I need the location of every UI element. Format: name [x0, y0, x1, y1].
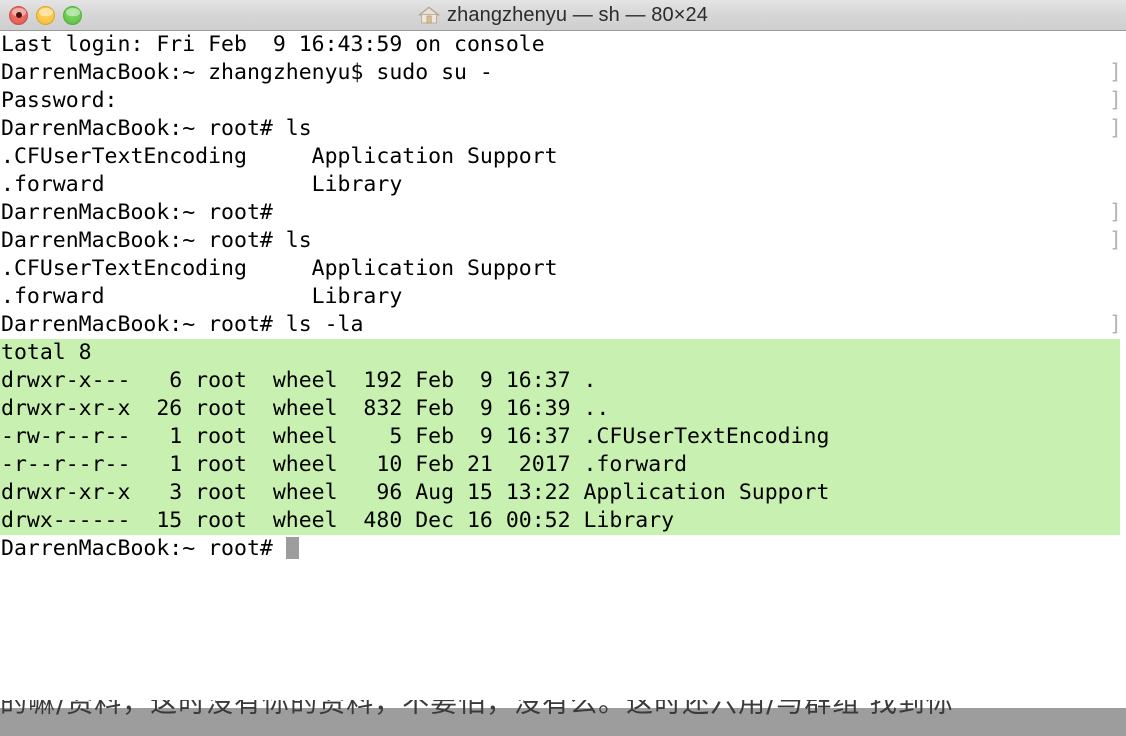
terminal-line-text: Last login: Fri Feb 9 16:43:59 on consol…: [1, 32, 545, 57]
line-wrap-marker: ]: [1109, 199, 1121, 227]
line-wrap-marker: ]: [1109, 87, 1121, 115]
zoom-button[interactable]: [63, 6, 82, 25]
terminal-line-text: DarrenMacBook:~ root#: [1, 536, 286, 561]
terminal-line-text: -rw-r--r-- 1 root wheel 5 Feb 9 16:37 .C…: [1, 424, 829, 449]
terminal-line-text: Password:: [1, 88, 118, 113]
line-wrap-marker: ]: [1109, 311, 1121, 339]
terminal-line-text: .forward Library: [1, 284, 402, 309]
terminal-line: -rw-r--r-- 1 root wheel 5 Feb 9 16:37 .C…: [0, 423, 1126, 451]
terminal-line-text: .CFUserTextEncoding Application Support: [1, 144, 558, 169]
window-titlebar[interactable]: zhangzhenyu — sh — 80×24: [0, 0, 1126, 31]
minimize-button[interactable]: [36, 6, 55, 25]
terminal-line: -r--r--r-- 1 root wheel 10 Feb 21 2017 .…: [0, 451, 1126, 479]
terminal-line: .forward Library: [0, 171, 1126, 199]
background-window-text: 的嘛/资料，这时没有你的资料，不要怕，没有么。这时还六用/与群组 找到你: [0, 700, 1126, 721]
close-button[interactable]: [9, 6, 28, 25]
terminal-line-text: total 8: [1, 340, 92, 365]
line-wrap-marker: ]: [1109, 115, 1121, 143]
terminal-line-text: drwxr-x--- 6 root wheel 192 Feb 9 16:37 …: [1, 368, 596, 393]
background-window-strip: 的嘛/资料，这时没有你的资料，不要怕，没有么。这时还六用/与群组 找到你: [0, 700, 1126, 736]
terminal-line: Password:]: [0, 87, 1126, 115]
close-icon: [16, 12, 22, 18]
terminal-line-text: .forward Library: [1, 172, 402, 197]
terminal-line-text: DarrenMacBook:~ zhangzhenyu$ sudo su -: [1, 60, 493, 85]
terminal-cursor: [286, 537, 299, 559]
line-wrap-marker: ]: [1109, 59, 1121, 87]
terminal-line: DarrenMacBook:~ root#: [0, 535, 1126, 563]
terminal-line: DarrenMacBook:~ root# ls]: [0, 227, 1126, 255]
terminal-line: drwxr-x--- 6 root wheel 192 Feb 9 16:37 …: [0, 367, 1126, 395]
terminal-line-text: -r--r--r-- 1 root wheel 10 Feb 21 2017 .…: [1, 452, 687, 477]
terminal-line: DarrenMacBook:~ zhangzhenyu$ sudo su -]: [0, 59, 1126, 87]
terminal-line-text: drwxr-xr-x 3 root wheel 96 Aug 15 13:22 …: [1, 480, 829, 505]
terminal-lines: Last login: Fri Feb 9 16:43:59 on consol…: [0, 31, 1126, 563]
window-title-group: zhangzhenyu — sh — 80×24: [0, 0, 1126, 30]
terminal-line: DarrenMacBook:~ root# ls]: [0, 115, 1126, 143]
terminal-line: drwxr-xr-x 26 root wheel 832 Feb 9 16:39…: [0, 395, 1126, 423]
terminal-screen[interactable]: Last login: Fri Feb 9 16:43:59 on consol…: [0, 31, 1126, 700]
terminal-line: .forward Library: [0, 283, 1126, 311]
terminal-line: drwxr-xr-x 3 root wheel 96 Aug 15 13:22 …: [0, 479, 1126, 507]
terminal-window: zhangzhenyu — sh — 80×24 Last login: Fri…: [0, 0, 1126, 736]
terminal-line-text: DarrenMacBook:~ root#: [1, 200, 273, 225]
terminal-line: DarrenMacBook:~ root#]: [0, 199, 1126, 227]
line-wrap-marker: ]: [1109, 227, 1121, 255]
terminal-line: drwx------ 15 root wheel 480 Dec 16 00:5…: [0, 507, 1126, 535]
terminal-line-text: DarrenMacBook:~ root# ls: [1, 116, 312, 141]
terminal-line: .CFUserTextEncoding Application Support: [0, 255, 1126, 283]
terminal-line: Last login: Fri Feb 9 16:43:59 on consol…: [0, 31, 1126, 59]
terminal-line-text: .CFUserTextEncoding Application Support: [1, 256, 558, 281]
window-controls: [9, 0, 82, 30]
terminal-line: .CFUserTextEncoding Application Support: [0, 143, 1126, 171]
home-icon: [418, 5, 440, 25]
terminal-line-text: drwxr-xr-x 26 root wheel 832 Feb 9 16:39…: [1, 396, 609, 421]
window-title: zhangzhenyu — sh — 80×24: [447, 4, 708, 27]
terminal-line-text: DarrenMacBook:~ root# ls: [1, 228, 312, 253]
terminal-line: DarrenMacBook:~ root# ls -la]: [0, 311, 1126, 339]
terminal-line-text: drwx------ 15 root wheel 480 Dec 16 00:5…: [1, 508, 674, 533]
terminal-line: total 8: [0, 339, 1126, 367]
terminal-line-text: DarrenMacBook:~ root# ls -la: [1, 312, 363, 337]
